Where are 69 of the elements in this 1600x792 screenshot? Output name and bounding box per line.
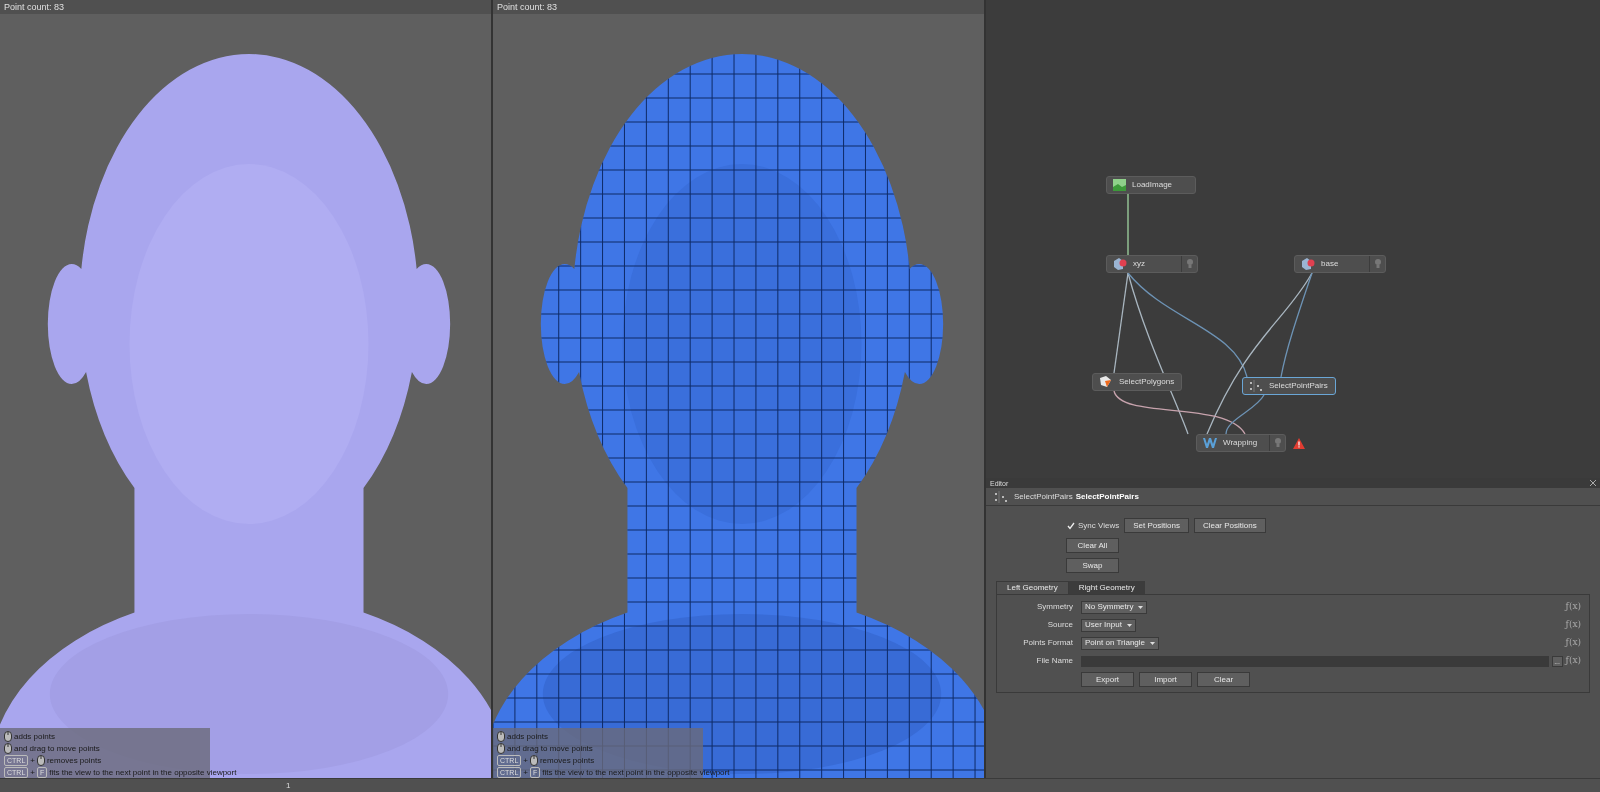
hint-text: +: [30, 756, 35, 765]
action-button[interactable]: Export: [1081, 672, 1134, 687]
node-label: base: [1321, 258, 1339, 270]
node-label: Wrapping: [1223, 437, 1258, 449]
point-count-label: Point count: 83: [4, 2, 65, 12]
points-icon: [994, 490, 1008, 503]
hint-text: fits the view to the next point in the opposite viewport: [542, 768, 730, 777]
warning-icon: [1293, 437, 1305, 449]
graph-node[interactable]: LoadImage: [1106, 176, 1196, 194]
expression-label[interactable]: ƒ(x): [1565, 618, 1581, 632]
graph-node[interactable]: Wrapping: [1196, 434, 1286, 452]
hint-text: removes points: [46, 756, 102, 765]
checkmark-icon: [1066, 521, 1075, 530]
graph-node[interactable]: SelectPointPairs: [1242, 377, 1336, 395]
caret-icon: [1150, 641, 1156, 645]
dropdown[interactable]: User Input: [1081, 618, 1136, 632]
hint-text: removes points: [539, 756, 595, 765]
sync-views-checkbox[interactable]: Sync Views: [1066, 519, 1120, 532]
polygon-select-icon: [1099, 376, 1113, 388]
caret-icon: [1126, 623, 1132, 627]
hint-text: +: [523, 756, 528, 765]
action-button[interactable]: Import: [1139, 672, 1192, 687]
caret-icon: [1138, 605, 1144, 609]
node-label: SelectPolygons: [1119, 376, 1175, 388]
lightbulb-icon[interactable]: [1186, 259, 1193, 269]
status-text: 1: [286, 781, 291, 790]
hint-text: fits the view to the next point in the opposite viewport: [49, 768, 237, 777]
geometry-tab[interactable]: Left Geometry: [996, 581, 1069, 594]
point-count-label: Point count: 83: [497, 2, 558, 12]
hint-text: adds points: [14, 732, 55, 741]
node-label: SelectPointPairs: [1269, 380, 1328, 392]
field-label: Symmetry: [1036, 601, 1073, 613]
expression-label[interactable]: ƒ(x): [1565, 654, 1581, 668]
action-button[interactable]: Swap: [1066, 558, 1119, 573]
expression-label[interactable]: ƒ(x): [1565, 636, 1581, 650]
lightbulb-icon[interactable]: [1274, 438, 1281, 448]
graph-node[interactable]: SelectPolygons: [1092, 373, 1182, 391]
dropdown[interactable]: Point on Triangle: [1081, 636, 1160, 650]
wrap-icon: [1203, 438, 1217, 448]
shape-icon: [1113, 258, 1127, 270]
mouse-icon: [529, 755, 538, 766]
field-label: File Name: [1035, 655, 1073, 667]
node-type-label: SelectPointPairs: [1014, 490, 1073, 503]
graph-node[interactable]: base: [1294, 255, 1386, 273]
connection-line: [1127, 193, 1129, 256]
shape-icon: [1301, 258, 1315, 270]
node-label: xyz: [1133, 258, 1145, 270]
points-icon: [1249, 380, 1263, 392]
action-button[interactable]: Clear All: [1066, 538, 1119, 553]
hint-text: +: [30, 768, 35, 777]
action-button[interactable]: Clear Positions: [1193, 518, 1266, 533]
expression-label[interactable]: ƒ(x): [1565, 600, 1581, 614]
graph-node[interactable]: xyz: [1106, 255, 1198, 273]
hint-text: and drag to move points: [507, 744, 593, 753]
action-button[interactable]: Clear: [1197, 672, 1250, 687]
hint-text: adds points: [507, 732, 548, 741]
hint-text: and drag to move points: [14, 744, 100, 753]
field-label: Points Format: [1022, 637, 1073, 649]
close-icon[interactable]: [1590, 480, 1596, 486]
lightbulb-icon[interactable]: [1374, 259, 1381, 269]
action-button[interactable]: Set Positions: [1124, 518, 1189, 533]
dropdown[interactable]: No Symmetry: [1081, 600, 1148, 614]
image-icon: [1113, 179, 1126, 191]
geometry-tab[interactable]: Right Geometry: [1068, 581, 1145, 594]
node-label: LoadImage: [1132, 179, 1173, 191]
node-name-label: SelectPointPairs: [1075, 490, 1139, 503]
field-label: Source: [1046, 619, 1073, 631]
hint-text: +: [523, 768, 528, 777]
mouse-icon: [36, 755, 45, 766]
